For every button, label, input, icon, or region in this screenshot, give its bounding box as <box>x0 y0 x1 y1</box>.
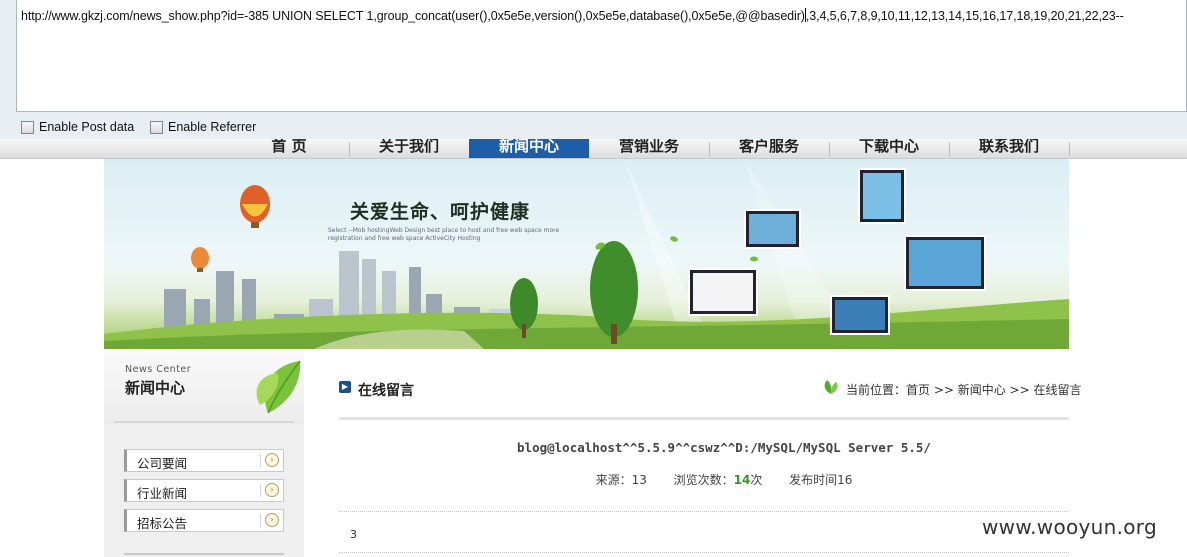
sidebar-item-divider <box>260 454 261 467</box>
sidebar-item-divider <box>260 484 261 497</box>
body-divider <box>339 552 1069 553</box>
arrow-right-icon: › <box>265 483 279 497</box>
sidebar-header-rule <box>114 421 294 423</box>
title-bullet-icon: ▶ <box>339 381 351 393</box>
nav-item-service[interactable]: 客户服务 <box>709 139 829 158</box>
enable-referrer-label: Enable Referrer <box>168 120 257 134</box>
location-leaf-icon <box>824 380 838 394</box>
banner-slogan-sub: Select --Mob hostingWeb Design best plac… <box>328 227 560 242</box>
site-nav: 首 页 关于我们 新闻中心 营销业务 客户服务 下载中心 联系我们 <box>0 139 1187 159</box>
enable-post-label: Enable Post data <box>39 120 135 134</box>
nav-item-contact[interactable]: 联系我们 <box>949 139 1069 158</box>
banner-illustration <box>104 159 1069 349</box>
sidebar-header: News Center 新闻中心 <box>104 349 304 424</box>
header-banner: 关爱生命、呵护健康 Select --Mob hostingWeb Design… <box>104 159 1069 349</box>
url-text-before-caret: http://www.gkzj.com/news_show.php?id=-38… <box>21 9 805 23</box>
hackbar-panel: http://www.gkzj.com/news_show.php?id=-38… <box>0 0 1187 141</box>
page-title: 在线留言 <box>358 383 414 399</box>
nav-item-marketing[interactable]: 营销业务 <box>589 139 709 158</box>
watermark: www.wooyun.org <box>982 515 1157 539</box>
breadcrumb: 当前位置：首页 >> 新闻中心 >> 在线留言 <box>846 383 1082 397</box>
sidebar-title-en: News Center <box>125 364 192 375</box>
nav-item-about[interactable]: 关于我们 <box>349 139 469 158</box>
url-textarea[interactable]: http://www.gkzj.com/news_show.php?id=-38… <box>16 0 1187 112</box>
nav-separator <box>1069 142 1070 156</box>
meta-divider <box>339 511 1069 512</box>
publish-time: 发布时间16 <box>789 473 853 487</box>
nav-item-news[interactable]: 新闻中心 <box>469 139 589 158</box>
leaf-icon <box>256 360 301 414</box>
url-text: http://www.gkzj.com/news_show.php?id=-38… <box>21 8 1124 23</box>
sidebar-item-company-news[interactable]: 公司要闻 › <box>124 449 284 472</box>
sidebar-item-tender-notice[interactable]: 招标公告 › <box>124 509 284 532</box>
source-label: 来源： <box>595 473 632 487</box>
article-meta: 来源：13 浏览次数：14次 发布时间16 <box>339 471 1109 488</box>
enable-post-option[interactable]: Enable Post data <box>21 119 134 135</box>
nav-item-download[interactable]: 下载中心 <box>829 139 949 158</box>
sidebar-title-cn: 新闻中心 <box>125 379 186 397</box>
sidebar-item-industry-news[interactable]: 行业新闻 › <box>124 479 284 502</box>
title-rule <box>339 417 1069 420</box>
url-text-after-caret: ,3,4,5,6,7,8,9,10,11,12,13,14,15,16,17,1… <box>805 9 1124 23</box>
arrow-right-icon: › <box>265 453 279 467</box>
enable-post-checkbox[interactable] <box>21 120 34 134</box>
nav-item-home[interactable]: 首 页 <box>229 139 349 158</box>
enable-referrer-option[interactable]: Enable Referrer <box>150 119 256 135</box>
arrow-right-icon: › <box>265 513 279 527</box>
views-label: 浏览次数： <box>673 473 734 487</box>
enable-referrer-checkbox[interactable] <box>150 120 163 134</box>
sidebar-item-divider <box>260 514 261 527</box>
injection-result-text: blog@localhost^^5.5.9^^cswz^^D:/MySQL/My… <box>517 440 931 455</box>
sidebar-bottom-rule <box>124 553 284 555</box>
sidebar-item-label: 行业新闻 <box>137 486 188 501</box>
views-unit: 次 <box>750 473 763 487</box>
views-value: 14 <box>733 473 751 487</box>
source-value: 13 <box>631 473 647 487</box>
article-body: 3 <box>350 528 357 541</box>
sidebar-item-label: 公司要闻 <box>137 456 188 471</box>
banner-slogan: 关爱生命、呵护健康 <box>350 201 531 223</box>
sidebar-item-label: 招标公告 <box>137 516 188 531</box>
sidebar: News Center 新闻中心 公司要闻 › 行业新闻 › 招标公告 › <box>104 349 304 557</box>
